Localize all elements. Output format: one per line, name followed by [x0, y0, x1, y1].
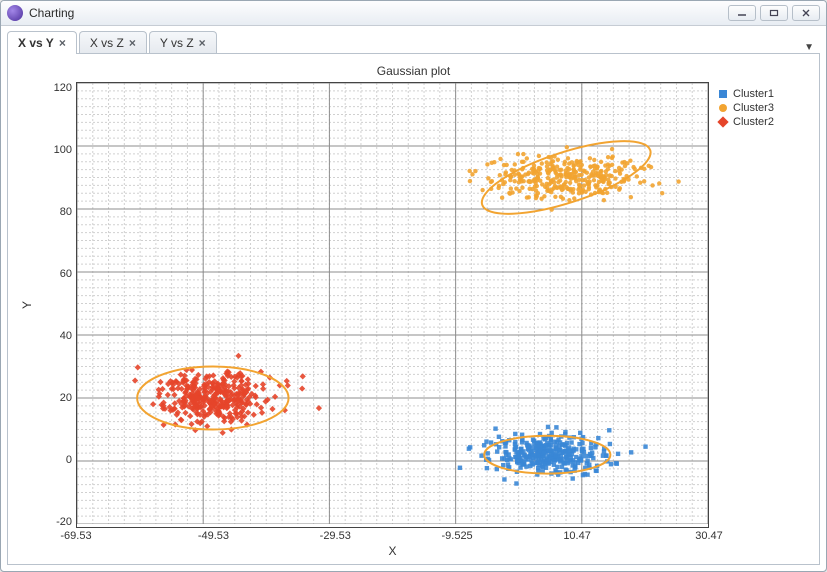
- minimize-icon: [737, 9, 747, 17]
- y-tick: 40: [60, 330, 72, 342]
- legend-item-cluster3: Cluster3: [719, 102, 809, 114]
- chart-row: Y 120 100 80 60 40 20 0 -20 Cluster1 Cluster3: [18, 82, 809, 528]
- chart-svg: [77, 83, 708, 524]
- y-axis-label: Y: [20, 301, 34, 309]
- y-tick: 60: [60, 268, 72, 280]
- tab-label: Y vs Z: [160, 36, 194, 50]
- y-axis-label-col: Y: [18, 82, 36, 528]
- x-tick: -9.525: [441, 530, 472, 542]
- window-title: Charting: [29, 6, 728, 20]
- x-tick: 10.47: [563, 530, 591, 542]
- y-tick: 100: [54, 144, 72, 156]
- y-axis-ticks: 120 100 80 60 40 20 0 -20: [36, 82, 76, 528]
- tab-close-icon[interactable]: ×: [199, 36, 206, 50]
- legend-swatch: [719, 90, 727, 98]
- tab-bar: X vs Y × X vs Z × Y vs Z × ▼: [7, 32, 820, 54]
- tab-x-vs-y[interactable]: X vs Y ×: [7, 31, 77, 53]
- y-tick: -20: [56, 516, 72, 528]
- x-axis-row: -69.53 -49.53 -29.53 -9.525 10.47 30.47: [18, 528, 809, 542]
- y-tick: 120: [54, 82, 72, 94]
- chart-title: Gaussian plot: [18, 64, 809, 78]
- tab-overflow-button[interactable]: ▼: [800, 42, 818, 53]
- plot-panel: Gaussian plot Y 120 100 80 60 40 20 0 -20 Clust…: [7, 54, 820, 565]
- x-tick: -49.53: [198, 530, 229, 542]
- legend-item-cluster2: Cluster2: [719, 116, 809, 128]
- legend-label: Cluster1: [733, 88, 774, 100]
- tab-x-vs-z[interactable]: X vs Z ×: [79, 31, 147, 53]
- legend-swatch: [719, 104, 727, 112]
- y-tick: 20: [60, 392, 72, 404]
- plot-area[interactable]: [76, 82, 709, 528]
- app-window: Charting X vs Y × X vs Z × Y vs Z: [0, 0, 827, 572]
- chevron-down-icon: ▼: [804, 42, 814, 53]
- tab-y-vs-z[interactable]: Y vs Z ×: [149, 31, 217, 53]
- maximize-button[interactable]: [760, 5, 788, 21]
- x-axis-ticks: -69.53-49.53-29.53-9.52510.4730.47: [76, 528, 709, 542]
- x-tick: -69.53: [60, 530, 91, 542]
- legend-swatch: [717, 116, 728, 127]
- legend-label: Cluster3: [733, 102, 774, 114]
- legend-item-cluster1: Cluster1: [719, 88, 809, 100]
- close-icon: [801, 9, 811, 17]
- y-tick: 0: [66, 454, 72, 466]
- legend: Cluster1 Cluster3 Cluster2: [709, 82, 809, 528]
- x-tick: -29.53: [320, 530, 351, 542]
- titlebar[interactable]: Charting: [1, 1, 826, 26]
- tab-close-icon[interactable]: ×: [59, 36, 66, 50]
- tab-label: X vs Z: [90, 36, 124, 50]
- tab-label: X vs Y: [18, 36, 54, 50]
- x-label-row: X: [18, 542, 809, 558]
- app-icon: [7, 5, 23, 21]
- series-cluster2: [132, 353, 322, 436]
- close-button[interactable]: [792, 5, 820, 21]
- content-area: X vs Y × X vs Z × Y vs Z × ▼ Gaussian pl…: [1, 26, 826, 571]
- maximize-icon: [769, 9, 779, 17]
- x-axis-label: X: [76, 544, 709, 558]
- y-tick: 80: [60, 206, 72, 218]
- tab-close-icon[interactable]: ×: [129, 36, 136, 50]
- x-tick: 30.47: [695, 530, 723, 542]
- legend-label: Cluster2: [733, 116, 774, 128]
- minimize-button[interactable]: [728, 5, 756, 21]
- window-buttons: [728, 5, 820, 21]
